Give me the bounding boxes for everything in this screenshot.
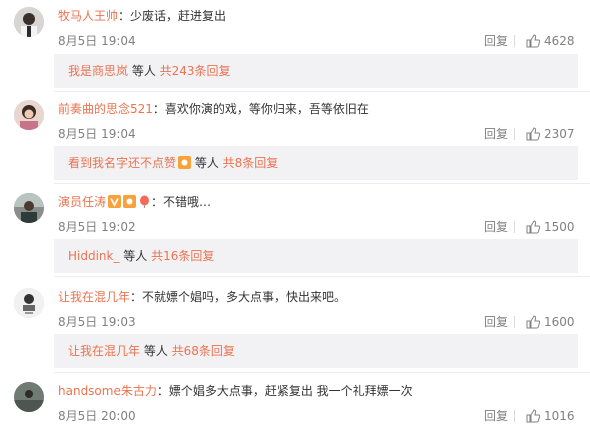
comment-body: 让我在混几年：不就嫖个娼吗，多大点事，快出来吧。 xyxy=(58,289,346,305)
avatar[interactable] xyxy=(14,100,44,130)
member-badge-icon xyxy=(178,156,192,169)
comment-divider xyxy=(54,372,590,373)
comment-text: ：喜欢你演的戏，等你归来，吾等依旧在 xyxy=(152,102,369,116)
thumbs-up-icon[interactable] xyxy=(526,315,540,329)
reply-button[interactable]: 回复 xyxy=(484,219,508,235)
sub-reply-summary[interactable]: 我是商思岚 等人 共243条回复 xyxy=(54,54,578,88)
comment-text: ：少废话，赶进复出 xyxy=(118,9,227,23)
comment-divider xyxy=(54,276,590,277)
sub-reply-count[interactable]: 共68条回复 xyxy=(172,344,235,358)
thumbs-up-icon[interactable] xyxy=(526,409,540,423)
avatar[interactable] xyxy=(14,288,44,318)
divider xyxy=(514,221,515,233)
avatar[interactable] xyxy=(14,193,44,223)
thumbs-up-icon[interactable] xyxy=(526,127,540,141)
sub-reply-middle: 等人 xyxy=(191,156,223,170)
avatar[interactable] xyxy=(14,7,44,37)
comment-divider xyxy=(54,91,590,92)
comment-body: 前奏曲的思念521：喜欢你演的戏，等你归来，吾等依旧在 xyxy=(58,101,369,117)
like-count: 4628 xyxy=(544,34,575,48)
thumbs-up-icon[interactable] xyxy=(526,34,540,48)
balloon-icon xyxy=(140,195,150,208)
comment-divider xyxy=(54,183,590,184)
comment-time: 8月5日 19:04 xyxy=(58,34,136,48)
sub-reply-user[interactable]: 让我在混几年 xyxy=(68,344,140,358)
comment-username[interactable]: 演员任涛 xyxy=(58,195,106,209)
like-count: 1500 xyxy=(544,220,575,234)
sub-reply-user[interactable]: 看到我名字还不点赞 xyxy=(68,156,176,170)
like-count: 1016 xyxy=(544,409,575,423)
comment-time: 8月5日 20:00 xyxy=(58,409,136,423)
sub-reply-count[interactable]: 共16条回复 xyxy=(151,249,214,263)
comment-text: ：不错哦… xyxy=(151,195,212,209)
like-count: 1600 xyxy=(544,315,575,329)
like-count: 2307 xyxy=(544,127,575,141)
avatar[interactable] xyxy=(14,382,44,412)
sub-reply-user[interactable]: 我是商思岚 xyxy=(68,64,128,78)
comment-time: 8月5日 19:02 xyxy=(58,220,136,234)
reply-button[interactable]: 回复 xyxy=(484,126,508,142)
sub-reply-summary[interactable]: Hiddink_ 等人 共16条回复 xyxy=(54,239,578,273)
comment-username[interactable]: 前奏曲的思念521 xyxy=(58,102,153,116)
comment-username[interactable]: handsome朱古力 xyxy=(58,384,157,398)
sub-reply-count[interactable]: 共8条回复 xyxy=(223,156,279,170)
reply-button[interactable]: 回复 xyxy=(484,33,508,49)
sub-reply-middle: 等人 xyxy=(128,64,160,78)
comment-body: handsome朱古力：嫖个娼多大点事，赶紧复出 我一个礼拜嫖一次 xyxy=(58,383,413,399)
comment-text: ：不就嫖个娼吗，多大点事，快出来吧。 xyxy=(130,290,347,304)
sub-reply-count[interactable]: 共243条回复 xyxy=(160,64,231,78)
comment-list: 牧马人王帅：少废话，赶进复出 8月5日 19:04 回复 4628 我是商思岚 … xyxy=(0,0,590,427)
comment-body: 牧马人王帅：少废话，赶进复出 xyxy=(58,8,226,24)
reply-button[interactable]: 回复 xyxy=(484,314,508,330)
member-badge-icon xyxy=(123,195,137,208)
comment-username[interactable]: 让我在混几年 xyxy=(58,290,130,304)
divider xyxy=(514,35,515,47)
comment-time: 8月5日 19:03 xyxy=(58,315,136,329)
comment-time: 8月5日 19:04 xyxy=(58,127,136,141)
comment-username[interactable]: 牧马人王帅 xyxy=(58,9,118,23)
verified-v-icon xyxy=(108,195,122,208)
comment-body: 演员任涛 ：不错哦… xyxy=(58,194,211,210)
comment-text: ：嫖个娼多大点事，赶紧复出 我一个礼拜嫖一次 xyxy=(156,384,413,398)
divider xyxy=(514,410,515,422)
sub-reply-middle: 等人 xyxy=(140,344,172,358)
sub-reply-middle: 等人 xyxy=(119,249,152,263)
sub-reply-summary[interactable]: 看到我名字还不点赞 等人 共8条回复 xyxy=(54,146,578,180)
thumbs-up-icon[interactable] xyxy=(526,220,540,234)
sub-reply-user[interactable]: Hiddink_ xyxy=(68,249,119,263)
reply-button[interactable]: 回复 xyxy=(484,408,508,424)
divider xyxy=(514,128,515,140)
sub-reply-summary[interactable]: 让我在混几年 等人 共68条回复 xyxy=(54,334,578,368)
divider xyxy=(514,316,515,328)
